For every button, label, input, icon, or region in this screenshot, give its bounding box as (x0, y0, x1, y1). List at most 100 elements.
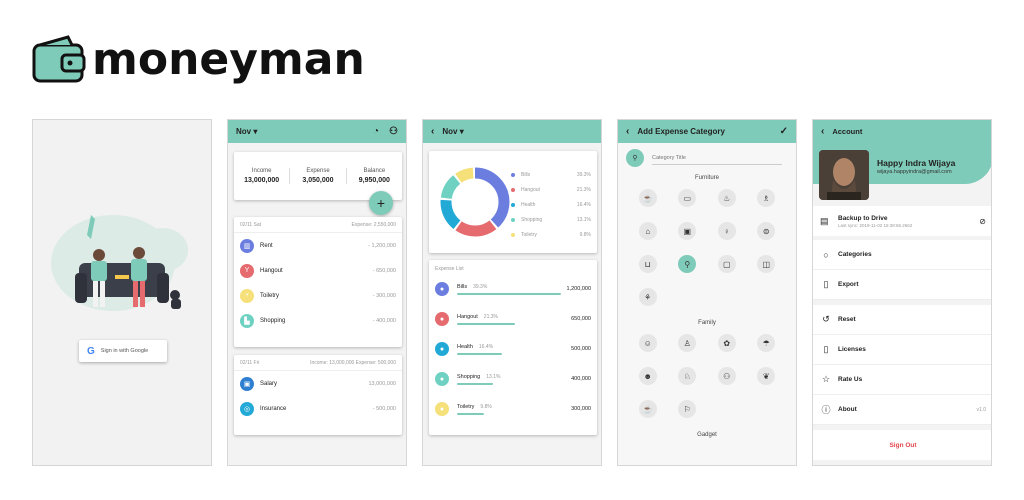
category-icon: ● (435, 402, 449, 416)
brand-logo: moneyman (32, 30, 365, 90)
legend-pct: 9.8% (579, 231, 591, 238)
expense-amount: 1,200,000 (566, 286, 591, 292)
menu-label: Export (838, 281, 859, 288)
legend-name: Bills (521, 171, 531, 178)
transaction-row[interactable]: ◎ Insurance - 500,000 (234, 396, 402, 421)
progress-fill (457, 322, 516, 325)
check-icon[interactable]: ✓ (780, 126, 788, 137)
pie-chart-icon[interactable]: ◔ (373, 126, 379, 137)
expense-list-item[interactable]: ● Health 16.4% 500,000 (429, 334, 597, 364)
shoe-icon: ▙ (240, 313, 254, 328)
category-option-icon[interactable]: ⊔ (638, 255, 657, 273)
menu-rate-us[interactable]: ☆ Rate Us (813, 365, 991, 395)
cocktail-icon: Y (240, 263, 254, 278)
transaction-row[interactable]: ♆ Toiletry - 300,000 (234, 283, 402, 308)
category-option-icon[interactable]: ⚘ (638, 288, 657, 306)
category-option-icon[interactable]: ✿ (717, 334, 736, 352)
reset-icon: ↺ (822, 314, 830, 324)
expense-list-item[interactable]: ● Hangout 21.3% 650,000 (429, 304, 597, 334)
category-option-icon[interactable]: ⚲ (678, 255, 697, 273)
category-option-icon[interactable]: ☕ (638, 400, 657, 418)
stats-screen: ‹ Nov ▾ Bills 39.3% Hangout 21.3% Health 16.4… (422, 119, 602, 466)
transaction-row[interactable]: ▙ Shopping - 400,000 (234, 308, 402, 333)
category-option-icon[interactable]: ♙ (678, 334, 697, 352)
month-label: Nov (236, 127, 252, 136)
category-option-icon[interactable]: ♀ (717, 222, 736, 240)
about-icon: ⓘ (821, 405, 831, 415)
category-option-icon[interactable]: ☕ (638, 189, 657, 207)
back-icon[interactable]: ‹ (431, 126, 434, 137)
category-option-icon[interactable]: ⌂ (638, 222, 657, 240)
google-sign-in-button[interactable]: G Sign in with Google (79, 340, 167, 362)
expense-amount: 650,000 (571, 316, 591, 322)
progress-fill (457, 382, 493, 385)
day-totals: Income: 13,000,000 Expense: 500,000 (310, 359, 396, 366)
sync-off-icon[interactable]: ⊘ (979, 217, 986, 226)
menu-about[interactable]: ⓘ About v1.0 (813, 395, 991, 425)
category-option-icon[interactable]: ☺ (638, 334, 657, 352)
expense-pct: 9.8% (480, 403, 492, 410)
legend-name: Toiletry (521, 231, 537, 238)
menu-label: Licenses (838, 346, 866, 353)
category-option-icon[interactable]: ⊜ (757, 222, 776, 240)
summary-income: Income 13,000,000 (234, 168, 291, 184)
add-transaction-button[interactable]: + (369, 191, 393, 215)
category-option-icon[interactable]: ▣ (678, 222, 697, 240)
menu-categories[interactable]: ○ Categories (813, 240, 991, 270)
google-sign-in-label: Sign in with Google (100, 348, 149, 354)
expense-list-item[interactable]: ● Bills 39.3% 1,200,000 (429, 274, 597, 304)
expense-name: Hangout (457, 313, 478, 320)
expense-name: Toiletry (457, 403, 475, 410)
google-icon: G (87, 345, 95, 357)
home-screen: Nov ▾ ◔ ⚇ Income 13,000,000 Expense 3,05… (227, 119, 407, 466)
expense-pct: 13.1% (486, 373, 501, 380)
transaction-row[interactable]: ▣ Salary 13,000,000 (234, 371, 402, 396)
category-option-icon[interactable]: ♗ (757, 189, 776, 207)
expense-pct: 39.3% (473, 283, 488, 290)
category-option-icon[interactable]: ▭ (678, 189, 697, 207)
transaction-row[interactable]: ▥ Rent - 1,200,000 (234, 233, 402, 258)
expense-list-item[interactable]: ● Shopping 13.1% 400,000 (429, 364, 597, 394)
profile-icon[interactable]: ⚇ (389, 126, 398, 137)
expense-name: Shopping (457, 373, 481, 380)
progress-fill (457, 352, 503, 355)
menu-licenses[interactable]: ▯ Licenses (813, 335, 991, 365)
legend-name: Hangout (521, 186, 540, 193)
progress-track (457, 412, 565, 415)
back-icon[interactable]: ‹ (821, 126, 824, 137)
month-selector[interactable]: Nov ▾ (236, 127, 257, 136)
day-card-2: 02/11 Fri Income: 13,000,000 Expense: 50… (234, 355, 402, 435)
transaction-name: Salary (260, 380, 278, 387)
day-date: 02/11 Fri (240, 359, 260, 366)
transaction-row[interactable]: Y Hangout - 650,000 (234, 258, 402, 283)
month-selector[interactable]: Nov ▾ (442, 127, 463, 136)
category-option-icon[interactable]: ♨ (717, 189, 736, 207)
category-icon: ● (435, 312, 449, 326)
category-option-icon[interactable]: ☻ (638, 367, 657, 385)
day-date: 02/11 Sat (240, 221, 262, 228)
category-option-icon[interactable]: ❦ (757, 367, 776, 385)
transaction-name: Hangout (260, 267, 283, 274)
furniture-icon-grid: ☕ ▭ ♨ ♗ ⌂ ▣ ♀ ⊜ ⊔ ⚲ ▢ ◫ ⚘ (618, 181, 796, 306)
expense-donut-chart (440, 167, 510, 237)
menu-export[interactable]: ▯ Export (813, 270, 991, 300)
legend-name: Health (521, 201, 536, 208)
category-title-input[interactable] (652, 151, 782, 165)
category-option-icon[interactable]: ◫ (757, 255, 776, 273)
category-option-icon[interactable]: ☂ (757, 334, 776, 352)
expense-name: Bills (457, 283, 468, 290)
category-option-icon[interactable]: ▢ (717, 255, 736, 273)
category-option-icon[interactable]: ⚇ (717, 367, 736, 385)
account-screen: ‹ Account Happy Indra Wijaya wijaya.happ… (812, 119, 992, 466)
expense-list-item[interactable]: ● Toiletry 9.8% 300,000 (429, 394, 597, 424)
sign-out-button[interactable]: Sign Out (813, 430, 991, 460)
menu-reset[interactable]: ↺ Reset (813, 305, 991, 335)
category-option-icon[interactable]: ⚐ (678, 400, 697, 418)
transaction-amount: - 300,000 (372, 292, 396, 299)
category-option-icon[interactable]: ♘ (678, 367, 697, 385)
backup-row[interactable]: ▤ Backup to Drive Last sync: 2019-11-02 … (813, 206, 991, 236)
back-icon[interactable]: ‹ (626, 126, 629, 137)
expense-list-card: Expense List ● Bills 39.3% 1,200,000 ● Hangou… (429, 260, 597, 435)
transaction-name: Toiletry (260, 292, 280, 299)
legend-pct: 39.3% (576, 171, 591, 178)
